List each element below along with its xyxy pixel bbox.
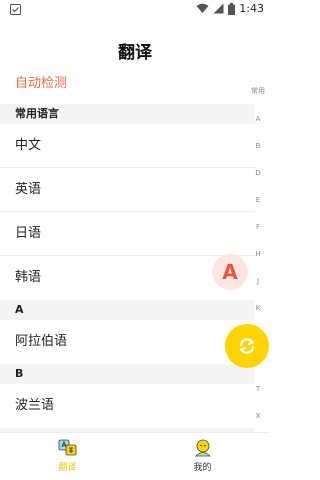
tab-profile[interactable]: 我的: [135, 433, 270, 480]
language-item-chinese[interactable]: 中文: [0, 124, 255, 168]
notification-icon: [10, 4, 21, 15]
auto-detect-option[interactable]: 自动检测: [15, 72, 67, 94]
bottom-nav: 翻译 我的: [0, 432, 270, 480]
section-header-common: 常用语言: [0, 104, 255, 124]
status-bar: 1:43: [0, 0, 270, 20]
language-item-polish[interactable]: 波兰语: [0, 384, 255, 428]
tab-profile-label: 我的: [193, 463, 212, 473]
section-header-b: B: [0, 364, 255, 384]
language-item-english[interactable]: 英语: [0, 168, 255, 212]
translate-screen: 1:43 翻译 自动检测 常用语言 中文 英语 日语 韩语 A 阿拉伯语 B 波…: [0, 0, 270, 480]
section-header-a: A: [0, 300, 255, 320]
tab-translate[interactable]: 翻译: [0, 433, 135, 480]
swap-languages-button[interactable]: [225, 324, 269, 368]
profile-icon: [194, 439, 211, 457]
language-item-japanese[interactable]: 日语: [0, 212, 255, 256]
swap-icon: [239, 338, 255, 354]
index-item-f[interactable]: F: [256, 222, 260, 249]
language-item-arabic[interactable]: 阿拉伯语: [0, 320, 255, 364]
tab-translate-label: 翻译: [58, 463, 77, 473]
index-item-h[interactable]: H: [255, 249, 260, 276]
alphabet-index[interactable]: 常用 A B D E F H J K L P T X Y Z: [246, 86, 270, 480]
current-letter-bubble: A: [212, 254, 248, 290]
index-item-common[interactable]: 常用: [251, 86, 265, 114]
index-item-t[interactable]: T: [256, 384, 260, 411]
index-item-a[interactable]: A: [256, 114, 261, 141]
page-title: 翻译: [118, 43, 152, 63]
status-time: 1:43: [239, 2, 264, 15]
wifi-icon: [196, 3, 209, 13]
index-item-d[interactable]: D: [255, 168, 260, 195]
index-item-b[interactable]: B: [256, 141, 261, 168]
battery-icon: [228, 2, 236, 15]
index-item-e[interactable]: E: [256, 195, 260, 222]
index-item-j[interactable]: J: [257, 276, 259, 303]
translate-icon: [58, 439, 76, 456]
signal-icon: [213, 3, 224, 14]
